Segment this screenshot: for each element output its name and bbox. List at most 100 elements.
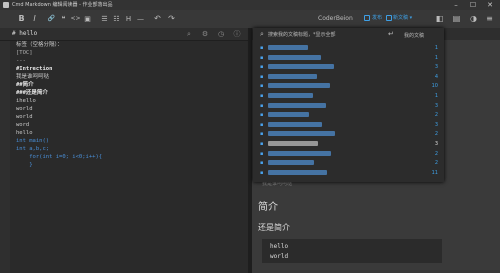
document-icon: ▪ <box>260 83 264 90</box>
document-count: 2 <box>434 112 438 119</box>
link-icon[interactable]: 🔗 <box>46 10 57 28</box>
document-title-blurred <box>268 169 327 175</box>
document-list-item[interactable]: ▪ 3 <box>260 101 438 111</box>
ordered-list-icon[interactable]: ☰ <box>99 10 110 28</box>
redo-icon[interactable]: ↷ <box>166 10 177 28</box>
document-count: 1 <box>434 93 438 99</box>
editor-line[interactable]: ##简介 <box>16 81 246 89</box>
publish-button[interactable]: 发布 <box>372 14 382 23</box>
editor-line[interactable]: 标签（空格分隔）： <box>16 41 246 49</box>
app-logo-icon <box>3 2 9 8</box>
document-icon: ▪ <box>260 93 264 99</box>
bold-button[interactable]: B <box>16 10 27 28</box>
document-list-item[interactable]: ▪ 2 <box>260 158 438 168</box>
heading-icon[interactable]: H <box>123 10 134 28</box>
document-list-item[interactable]: ▪ 2 <box>260 129 438 139</box>
info-icon[interactable]: ⓘ <box>231 28 243 40</box>
document-count: 1 <box>434 45 438 51</box>
document-title-blurred <box>268 73 317 79</box>
document-list-item[interactable]: ▪ 3 <box>260 139 438 149</box>
editor-line[interactable]: int a,b,c; <box>16 145 246 153</box>
quote-icon[interactable]: ❝ <box>58 10 69 28</box>
italic-button[interactable]: I <box>29 10 40 28</box>
document-list-item[interactable]: ▪ 10 <box>260 81 438 91</box>
search-icon[interactable]: ⌕ <box>183 28 195 40</box>
dark-mode-icon[interactable]: ◑ <box>468 10 479 28</box>
document-count: 11 <box>431 169 438 176</box>
editor-line[interactable]: world <box>16 113 246 121</box>
unordered-list-icon[interactable]: ☷ <box>111 10 122 28</box>
new-doc-icon[interactable] <box>386 15 392 21</box>
document-title-blurred <box>268 54 321 60</box>
minimize-button[interactable]: – <box>448 0 464 10</box>
document-icon: ▪ <box>260 112 264 119</box>
my-documents-label: 我的文稿 <box>404 33 425 39</box>
editor-line[interactable]: ihello <box>16 97 246 105</box>
preview-code-block <box>262 239 442 263</box>
editor-line[interactable]: for(int i=0; i<0;i++){ <box>16 153 246 161</box>
document-icon: ▪ <box>260 121 264 128</box>
document-list-item[interactable]: ▪ 1 <box>260 53 438 63</box>
editor-tab-bar <box>0 28 250 41</box>
horizontal-rule-icon[interactable]: — <box>135 10 146 28</box>
settings-icon[interactable]: ⚙ <box>199 28 211 40</box>
window-title: Cmd Markdown 编辑阅读器 - 作业部落出品 <box>12 2 113 8</box>
editor-line[interactable]: [TOC] <box>16 49 246 57</box>
preview-heading-2: 简介 <box>258 202 278 213</box>
document-count: 2 <box>434 150 438 157</box>
editor-line[interactable]: word <box>16 121 246 129</box>
maximize-button[interactable]: ☐ <box>465 0 481 10</box>
editor-gutter <box>0 41 10 273</box>
document-title-blurred <box>268 131 335 137</box>
editor-lines: 标签（空格分隔）： [TOC] --- #Intrection 我是谁呵呵哒 ##简介 ##… <box>16 41 246 169</box>
preview-code-line: hello <box>270 243 289 250</box>
editor-line[interactable]: 我是谁呵呵哒 <box>16 73 246 81</box>
document-list-item[interactable]: ▪ 1 <box>260 43 438 53</box>
editor-line[interactable]: --- <box>16 57 246 65</box>
editor-line[interactable]: world <box>16 105 246 113</box>
preview-toggle-icon[interactable]: ◧ <box>434 10 445 28</box>
document-icon: ▪ <box>260 45 264 51</box>
document-icon: ▪ <box>260 73 264 80</box>
document-count: 2 <box>434 131 438 138</box>
document-count: 1 <box>434 54 438 61</box>
document-list-item[interactable]: ▪ 2 <box>260 110 438 120</box>
document-list-item[interactable]: ▪ 11 <box>260 168 438 178</box>
document-icon: ▪ <box>260 169 264 176</box>
enter-icon[interactable]: ↵ <box>388 30 394 38</box>
image-icon[interactable]: ▣ <box>82 10 93 28</box>
publish-icon[interactable] <box>364 15 370 21</box>
menu-icon[interactable]: ≡ <box>484 10 495 28</box>
document-count: 3 <box>434 64 438 71</box>
close-button[interactable]: ✕ <box>482 0 498 10</box>
document-count: 4 <box>434 73 438 80</box>
search-icon: ⌕ <box>260 30 264 38</box>
document-count: 10 <box>431 83 438 90</box>
document-title-blurred <box>268 141 318 146</box>
document-icon: ▪ <box>260 102 264 109</box>
document-search-input[interactable]: 搜索我的文稿标题，*显示全部 <box>268 32 386 39</box>
new-document-button[interactable]: 新文稿 ▾ <box>393 14 412 23</box>
document-list-item[interactable]: ▪ 2 <box>260 149 438 159</box>
editor-line[interactable]: } <box>16 161 246 169</box>
document-icon: ▪ <box>260 160 264 167</box>
history-icon[interactable]: ◷ <box>215 28 227 40</box>
editor-line[interactable]: int main() <box>16 137 246 145</box>
document-list-item[interactable]: ▪ 1 <box>260 91 438 101</box>
document-count: 3 <box>434 141 438 147</box>
editor-line[interactable]: ###还是简介 <box>16 89 246 97</box>
document-count: 3 <box>434 121 438 128</box>
fullscreen-icon[interactable]: ▤ <box>451 10 462 28</box>
document-title-blurred <box>268 150 331 156</box>
editor-line[interactable]: #Intrection <box>16 65 246 73</box>
undo-icon[interactable]: ↶ <box>152 10 163 28</box>
preview-heading-3: 还是简介 <box>258 223 290 232</box>
document-list-item[interactable]: ▪ 4 <box>260 72 438 82</box>
document-title-blurred <box>268 121 322 127</box>
document-list-item[interactable]: ▪ 3 <box>260 62 438 72</box>
editor-line[interactable]: hello <box>16 129 246 137</box>
document-list-item[interactable]: ▪ 3 <box>260 120 438 130</box>
document-icon: ▪ <box>260 131 264 138</box>
code-icon[interactable]: <> <box>70 10 81 28</box>
editor-doc-title: # hello <box>12 30 38 37</box>
